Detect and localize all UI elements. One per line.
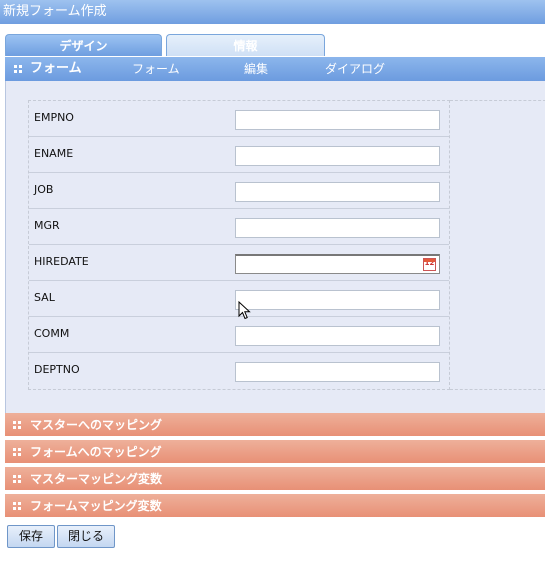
- section-label: マスターへのマッピング: [30, 418, 163, 432]
- footer-bar: 保存 閉じる: [5, 521, 545, 562]
- field-label-mgr: MGR: [34, 219, 60, 232]
- toolbar-title: フォーム: [30, 61, 82, 76]
- tab-design[interactable]: デザイン: [5, 34, 162, 56]
- section-label: マスターマッピング変数: [30, 472, 163, 486]
- form-row-deptno: DEPTNO: [29, 353, 449, 389]
- save-button[interactable]: 保存: [7, 525, 55, 548]
- deptno-input[interactable]: [235, 362, 440, 382]
- hiredate-input[interactable]: 12: [235, 254, 440, 274]
- section-master-mapping-variables[interactable]: マスターマッピング変数: [5, 467, 545, 492]
- calendar-icon[interactable]: 12: [423, 258, 436, 271]
- comm-input[interactable]: [235, 326, 440, 346]
- grip-icon: [13, 421, 21, 429]
- form-field-grid: EMPNO ENAME JOB MGR HIREDATE 12 SAL COMM: [28, 100, 450, 390]
- form-toolbar: フォーム フォーム 編集 ダイアログ: [5, 57, 545, 81]
- tab-info[interactable]: 情報: [166, 34, 325, 56]
- field-label-deptno: DEPTNO: [34, 363, 80, 376]
- menu-dialog[interactable]: ダイアログ: [325, 57, 385, 81]
- section-form-mapping[interactable]: フォームへのマッピング: [5, 440, 545, 465]
- section-master-mapping[interactable]: マスターへのマッピング: [5, 413, 545, 438]
- grip-icon: [13, 448, 21, 456]
- grip-icon: [14, 65, 22, 73]
- mouse-cursor-icon: [238, 301, 251, 320]
- field-label-hiredate: HIREDATE: [34, 255, 89, 268]
- form-row-empno: EMPNO: [29, 101, 449, 137]
- menu-form[interactable]: フォーム: [132, 57, 180, 81]
- sal-input[interactable]: [235, 290, 440, 310]
- grip-icon: [13, 475, 21, 483]
- empno-input[interactable]: [235, 110, 440, 130]
- form-row-mgr: MGR: [29, 209, 449, 245]
- form-row-ename: ENAME: [29, 137, 449, 173]
- field-label-empno: EMPNO: [34, 111, 74, 124]
- close-button[interactable]: 閉じる: [57, 525, 115, 548]
- form-row-hiredate: HIREDATE 12: [29, 245, 449, 281]
- field-label-ename: ENAME: [34, 147, 74, 160]
- form-row-comm: COMM: [29, 317, 449, 353]
- window-title: 新規フォーム作成: [0, 0, 545, 24]
- form-design-area: EMPNO ENAME JOB MGR HIREDATE 12 SAL COMM: [5, 81, 545, 413]
- menu-edit[interactable]: 編集: [244, 57, 268, 81]
- mgr-input[interactable]: [235, 218, 440, 238]
- form-right-pane: [450, 100, 545, 390]
- field-label-sal: SAL: [34, 291, 55, 304]
- section-form-mapping-variables[interactable]: フォームマッピング変数: [5, 494, 545, 519]
- section-label: フォームへのマッピング: [30, 445, 162, 459]
- grip-icon: [13, 502, 21, 510]
- job-input[interactable]: [235, 182, 440, 202]
- field-label-comm: COMM: [34, 327, 70, 340]
- tab-bar: デザイン 情報: [0, 24, 545, 56]
- field-label-job: JOB: [34, 183, 54, 196]
- section-label: フォームマッピング変数: [30, 499, 162, 513]
- form-row-job: JOB: [29, 173, 449, 209]
- ename-input[interactable]: [235, 146, 440, 166]
